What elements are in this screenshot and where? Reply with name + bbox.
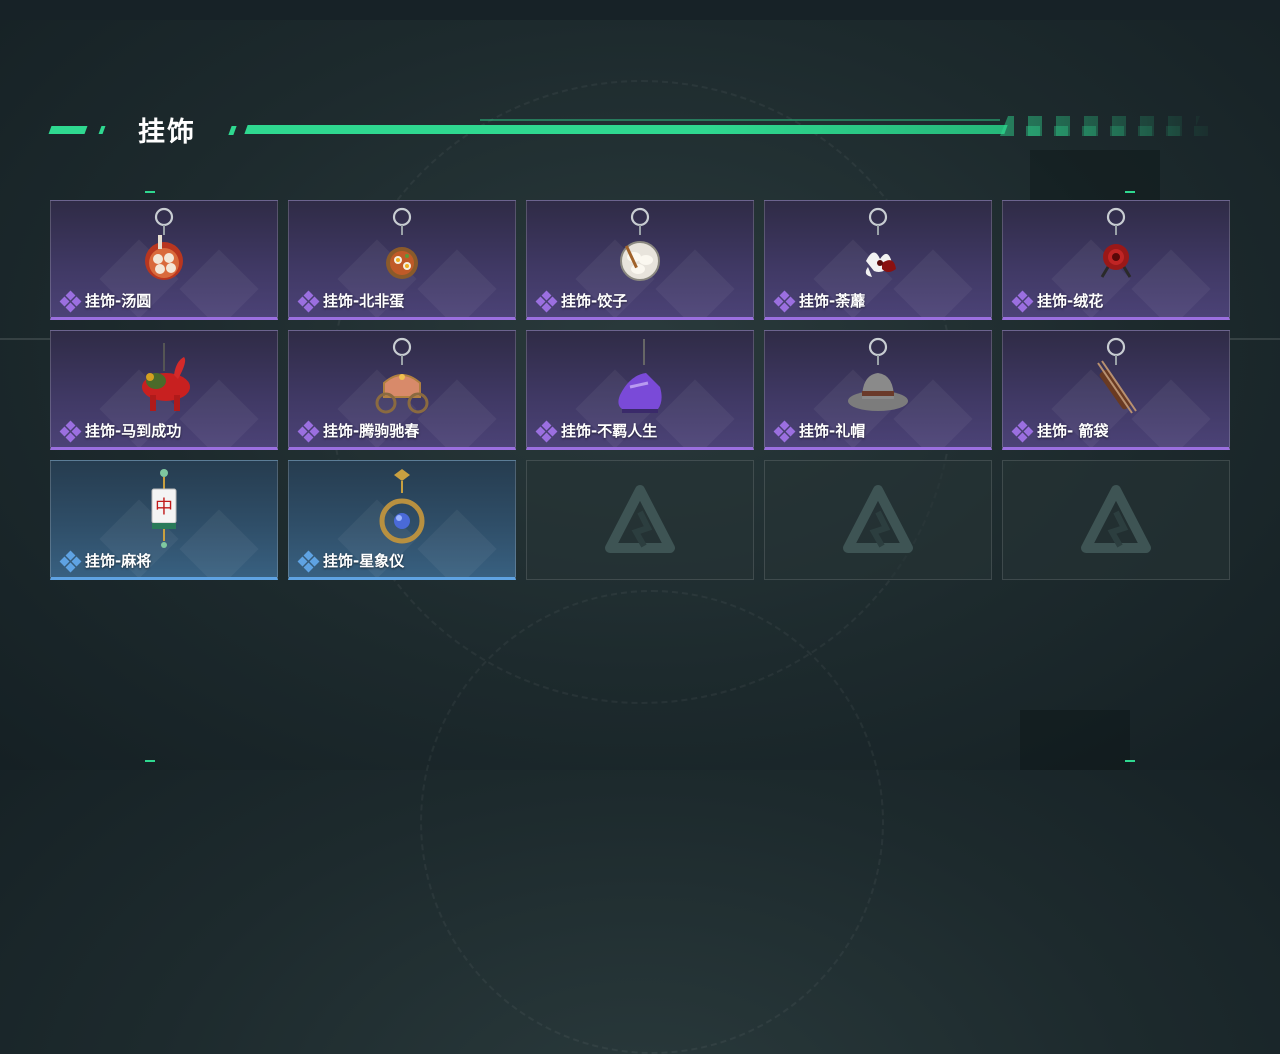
header-line bbox=[244, 125, 1008, 134]
red-horse-pendant-icon bbox=[142, 343, 190, 411]
rarity-diamond-icon bbox=[59, 290, 82, 312]
pendant-label: 挂饰-麻将 bbox=[59, 550, 152, 572]
rarity-diamond-icon bbox=[1011, 420, 1034, 442]
pendant-card[interactable]: 挂饰-北非蛋 bbox=[288, 200, 516, 320]
rarity-diamond-icon bbox=[1011, 290, 1034, 312]
pendant-card[interactable]: 挂饰-腾驹驰春 bbox=[288, 330, 516, 450]
pendant-card[interactable]: 挂饰-饺子 bbox=[526, 200, 754, 320]
tangyuan-pendant-icon bbox=[145, 207, 183, 280]
header-thin-line bbox=[480, 119, 1000, 121]
pendant-card[interactable]: 挂饰-绒花 bbox=[1002, 200, 1230, 320]
game-logo-icon bbox=[1081, 485, 1151, 553]
pendant-name: 挂饰-腾驹驰春 bbox=[323, 422, 420, 440]
top-bar bbox=[0, 0, 1280, 20]
empty-slot bbox=[1002, 460, 1230, 580]
corner-mark bbox=[145, 760, 155, 762]
page-title: 挂饰 bbox=[138, 117, 196, 148]
pendant-label: 挂饰-北非蛋 bbox=[297, 290, 405, 312]
carriage-pendant-icon bbox=[375, 337, 429, 414]
svg-text:中: 中 bbox=[155, 497, 173, 518]
pendant-card[interactable]: 挂饰-不羁人生 bbox=[526, 330, 754, 450]
pendant-label: 挂饰-绒花 bbox=[1011, 290, 1104, 312]
pendant-label: 挂饰-马到成功 bbox=[59, 420, 182, 442]
pendant-label: 挂饰-汤圆 bbox=[59, 290, 152, 312]
pendant-name: 挂饰- 箭袋 bbox=[1037, 422, 1109, 440]
header-accent bbox=[228, 126, 237, 135]
pendant-card[interactable]: 挂饰- 箭袋 bbox=[1002, 330, 1230, 450]
pendant-card[interactable]: 挂饰-荼蘼 bbox=[764, 200, 992, 320]
corner-mark bbox=[145, 191, 155, 193]
corner-mark bbox=[1125, 191, 1135, 193]
pendant-label: 挂饰-星象仪 bbox=[297, 550, 405, 572]
background-shadow bbox=[1020, 710, 1130, 770]
pendant-card[interactable]: 挂饰-礼帽 bbox=[764, 330, 992, 450]
divider-right bbox=[1230, 338, 1280, 340]
pendant-name: 挂饰-北非蛋 bbox=[323, 292, 405, 310]
pendant-label: 挂饰-腾驹驰春 bbox=[297, 420, 420, 442]
rarity-diamond-icon bbox=[535, 420, 558, 442]
section-header: 挂饰 bbox=[48, 108, 1212, 148]
rarity-diamond-icon bbox=[59, 550, 82, 572]
rarity-diamond-icon bbox=[297, 290, 320, 312]
dumpling-pendant-icon bbox=[620, 207, 660, 281]
header-checker-pattern bbox=[1012, 126, 1212, 136]
pendant-label: 挂饰- 箭袋 bbox=[1011, 420, 1109, 442]
mahjong-pendant-icon: 中 bbox=[151, 469, 177, 548]
pendant-name: 挂饰-麻将 bbox=[85, 552, 152, 570]
rarity-diamond-icon bbox=[297, 550, 320, 572]
rarity-diamond-icon bbox=[773, 290, 796, 312]
rarity-diamond-icon bbox=[297, 420, 320, 442]
corner-mark bbox=[1125, 760, 1135, 762]
pendant-name: 挂饰-汤圆 bbox=[85, 292, 152, 310]
pendant-label: 挂饰-饺子 bbox=[535, 290, 628, 312]
sneaker-pendant-icon bbox=[618, 339, 662, 413]
pendant-card[interactable]: 挂饰-马到成功 bbox=[50, 330, 278, 450]
pendant-grid: 挂饰-汤圆 挂饰-北非蛋 挂饰-饺子 挂饰-荼蘼 挂饰-绒花挂饰-马到成功 挂饰-腾驹驰春… bbox=[50, 200, 1230, 580]
flower-pendant-icon bbox=[865, 207, 896, 277]
pendant-label: 挂饰-荼蘼 bbox=[773, 290, 866, 312]
astrolabe-pendant-icon bbox=[379, 469, 425, 544]
pendant-card[interactable]: 中挂饰-麻将 bbox=[50, 460, 278, 580]
rarity-diamond-icon bbox=[59, 420, 82, 442]
pendant-name: 挂饰-礼帽 bbox=[799, 422, 866, 440]
divider-left bbox=[0, 338, 50, 340]
velvet-flower-pendant-icon bbox=[1100, 207, 1132, 278]
pendant-card[interactable]: 挂饰-星象仪 bbox=[288, 460, 516, 580]
pendant-name: 挂饰-不羁人生 bbox=[561, 422, 658, 440]
pendant-name: 挂饰-饺子 bbox=[561, 292, 628, 310]
empty-slot bbox=[764, 460, 992, 580]
rarity-diamond-icon bbox=[773, 420, 796, 442]
game-logo-icon bbox=[605, 485, 675, 553]
pendant-name: 挂饰-马到成功 bbox=[85, 422, 182, 440]
quiver-pendant-icon bbox=[1097, 337, 1137, 414]
pendant-name: 挂饰-星象仪 bbox=[323, 552, 405, 570]
shakshuka-pendant-icon bbox=[386, 207, 418, 279]
pendant-name: 挂饰-荼蘼 bbox=[799, 292, 866, 310]
header-accent bbox=[48, 126, 88, 134]
header-accent bbox=[98, 126, 106, 134]
pendant-label: 挂饰-不羁人生 bbox=[535, 420, 658, 442]
pendant-name: 挂饰-绒花 bbox=[1037, 292, 1104, 310]
pendant-label: 挂饰-礼帽 bbox=[773, 420, 866, 442]
pendant-card[interactable]: 挂饰-汤圆 bbox=[50, 200, 278, 320]
empty-slot bbox=[526, 460, 754, 580]
game-logo-icon bbox=[843, 485, 913, 553]
background-ring bbox=[420, 590, 884, 1054]
rarity-diamond-icon bbox=[535, 290, 558, 312]
fedora-pendant-icon bbox=[848, 337, 908, 411]
